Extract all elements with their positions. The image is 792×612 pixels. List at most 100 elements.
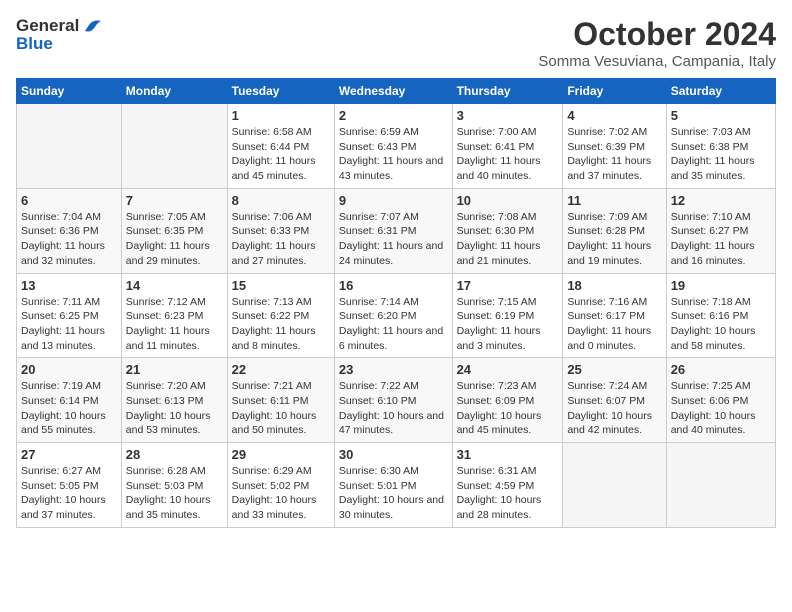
day-info: Sunrise: 7:14 AMSunset: 6:20 PMDaylight:… — [339, 295, 448, 354]
page-header: General Blue October 2024 Somma Vesuvian… — [16, 16, 776, 70]
day-number: 23 — [339, 362, 448, 377]
calendar-cell: 13 Sunrise: 7:11 AMSunset: 6:25 PMDayligh… — [17, 273, 122, 358]
weekday-header-saturday: Saturday — [666, 79, 775, 104]
day-info: Sunrise: 7:21 AMSunset: 6:11 PMDaylight:… — [232, 379, 330, 438]
day-info: Sunrise: 6:28 AMSunset: 5:03 PMDaylight:… — [126, 464, 223, 523]
weekday-header-monday: Monday — [121, 79, 227, 104]
day-info: Sunrise: 7:15 AMSunset: 6:19 PMDaylight:… — [457, 295, 559, 354]
day-number: 7 — [126, 193, 223, 208]
month-title: October 2024 — [538, 16, 776, 53]
day-info: Sunrise: 7:09 AMSunset: 6:28 PMDaylight:… — [567, 210, 661, 269]
calendar-cell — [17, 104, 122, 189]
day-info: Sunrise: 7:04 AMSunset: 6:36 PMDaylight:… — [21, 210, 117, 269]
day-number: 3 — [457, 108, 559, 123]
calendar-row-5: 27 Sunrise: 6:27 AMSunset: 5:05 PMDayligh… — [17, 443, 776, 528]
weekday-header-tuesday: Tuesday — [227, 79, 334, 104]
calendar-cell: 2Sunrise: 6:59 AMSunset: 6:43 PMDaylight… — [334, 104, 452, 189]
day-number: 14 — [126, 278, 223, 293]
day-number: 15 — [232, 278, 330, 293]
day-number: 21 — [126, 362, 223, 377]
weekday-header-thursday: Thursday — [452, 79, 563, 104]
calendar-cell — [666, 443, 775, 528]
day-number: 24 — [457, 362, 559, 377]
day-info: Sunrise: 7:10 AMSunset: 6:27 PMDaylight:… — [671, 210, 771, 269]
calendar-cell: 24Sunrise: 7:23 AMSunset: 6:09 PMDayligh… — [452, 358, 563, 443]
day-number: 9 — [339, 193, 448, 208]
calendar-cell: 18 Sunrise: 7:16 AMSunset: 6:17 PMDayligh… — [563, 273, 666, 358]
logo-blue-text: Blue — [16, 34, 103, 54]
calendar-cell: 26 Sunrise: 7:25 AMSunset: 6:06 PMDayligh… — [666, 358, 775, 443]
day-info: Sunrise: 7:07 AMSunset: 6:31 PMDaylight:… — [339, 210, 448, 269]
day-info: Sunrise: 6:58 AMSunset: 6:44 PMDaylight:… — [232, 125, 330, 184]
calendar-cell: 31Sunrise: 6:31 AMSunset: 4:59 PMDayligh… — [452, 443, 563, 528]
calendar-row-2: 6Sunrise: 7:04 AMSunset: 6:36 PMDaylight… — [17, 188, 776, 273]
day-number: 1 — [232, 108, 330, 123]
day-info: Sunrise: 7:25 AMSunset: 6:06 PMDaylight:… — [671, 379, 771, 438]
calendar-cell: 7Sunrise: 7:05 AMSunset: 6:35 PMDaylight… — [121, 188, 227, 273]
calendar-cell: 17Sunrise: 7:15 AMSunset: 6:19 PMDayligh… — [452, 273, 563, 358]
calendar-cell: 10 Sunrise: 7:08 AMSunset: 6:30 PMDayligh… — [452, 188, 563, 273]
calendar-cell: 9 Sunrise: 7:07 AMSunset: 6:31 PMDaylight… — [334, 188, 452, 273]
calendar-cell: 11 Sunrise: 7:09 AMSunset: 6:28 PMDayligh… — [563, 188, 666, 273]
title-area: October 2024 Somma Vesuviana, Campania, … — [538, 16, 776, 70]
day-info: Sunrise: 7:22 AMSunset: 6:10 PMDaylight:… — [339, 379, 448, 438]
day-number: 4 — [567, 108, 661, 123]
calendar-cell: 6Sunrise: 7:04 AMSunset: 6:36 PMDaylight… — [17, 188, 122, 273]
location-subtitle: Somma Vesuviana, Campania, Italy — [538, 53, 776, 70]
day-info: Sunrise: 6:27 AMSunset: 5:05 PMDaylight:… — [21, 464, 117, 523]
calendar-row-3: 13 Sunrise: 7:11 AMSunset: 6:25 PMDayligh… — [17, 273, 776, 358]
logo-general-text: General — [16, 16, 79, 36]
day-number: 25 — [567, 362, 661, 377]
day-info: Sunrise: 6:30 AMSunset: 5:01 PMDaylight:… — [339, 464, 448, 523]
day-number: 19 — [671, 278, 771, 293]
day-info: Sunrise: 7:18 AMSunset: 6:16 PMDaylight:… — [671, 295, 771, 354]
day-number: 28 — [126, 447, 223, 462]
weekday-header-sunday: Sunday — [17, 79, 122, 104]
day-number: 18 — [567, 278, 661, 293]
calendar-cell: 23 Sunrise: 7:22 AMSunset: 6:10 PMDayligh… — [334, 358, 452, 443]
calendar-cell: 16 Sunrise: 7:14 AMSunset: 6:20 PMDayligh… — [334, 273, 452, 358]
day-number: 11 — [567, 193, 661, 208]
day-info: Sunrise: 7:11 AMSunset: 6:25 PMDaylight:… — [21, 295, 117, 354]
calendar-cell: 12 Sunrise: 7:10 AMSunset: 6:27 PMDayligh… — [666, 188, 775, 273]
calendar-cell: 20Sunrise: 7:19 AMSunset: 6:14 PMDayligh… — [17, 358, 122, 443]
calendar-cell: 27 Sunrise: 6:27 AMSunset: 5:05 PMDayligh… — [17, 443, 122, 528]
calendar-row-1: 1 Sunrise: 6:58 AMSunset: 6:44 PMDaylight… — [17, 104, 776, 189]
day-info: Sunrise: 6:29 AMSunset: 5:02 PMDaylight:… — [232, 464, 330, 523]
weekday-header-wednesday: Wednesday — [334, 79, 452, 104]
day-info: Sunrise: 7:19 AMSunset: 6:14 PMDaylight:… — [21, 379, 117, 438]
day-number: 16 — [339, 278, 448, 293]
calendar-table: SundayMondayTuesdayWednesdayThursdayFrid… — [16, 78, 776, 528]
day-number: 12 — [671, 193, 771, 208]
day-number: 8 — [232, 193, 330, 208]
calendar-cell — [121, 104, 227, 189]
calendar-cell: 29 Sunrise: 6:29 AMSunset: 5:02 PMDayligh… — [227, 443, 334, 528]
logo: General Blue — [16, 16, 103, 54]
day-number: 27 — [21, 447, 117, 462]
day-number: 13 — [21, 278, 117, 293]
calendar-cell: 19 Sunrise: 7:18 AMSunset: 6:16 PMDayligh… — [666, 273, 775, 358]
weekday-header-row: SundayMondayTuesdayWednesdayThursdayFrid… — [17, 79, 776, 104]
day-info: Sunrise: 6:59 AMSunset: 6:43 PMDaylight:… — [339, 125, 448, 184]
calendar-cell: 1 Sunrise: 6:58 AMSunset: 6:44 PMDaylight… — [227, 104, 334, 189]
day-info: Sunrise: 7:02 AMSunset: 6:39 PMDaylight:… — [567, 125, 661, 184]
day-info: Sunrise: 7:00 AMSunset: 6:41 PMDaylight:… — [457, 125, 559, 184]
day-info: Sunrise: 7:08 AMSunset: 6:30 PMDaylight:… — [457, 210, 559, 269]
day-info: Sunrise: 6:31 AMSunset: 4:59 PMDaylight:… — [457, 464, 559, 523]
calendar-cell: 4 Sunrise: 7:02 AMSunset: 6:39 PMDaylight… — [563, 104, 666, 189]
calendar-cell: 30 Sunrise: 6:30 AMSunset: 5:01 PMDayligh… — [334, 443, 452, 528]
logo-bird-icon — [81, 17, 103, 35]
day-info: Sunrise: 7:24 AMSunset: 6:07 PMDaylight:… — [567, 379, 661, 438]
calendar-cell: 21Sunrise: 7:20 AMSunset: 6:13 PMDayligh… — [121, 358, 227, 443]
day-number: 10 — [457, 193, 559, 208]
calendar-cell: 15Sunrise: 7:13 AMSunset: 6:22 PMDayligh… — [227, 273, 334, 358]
calendar-cell — [563, 443, 666, 528]
day-number: 26 — [671, 362, 771, 377]
calendar-cell: 3 Sunrise: 7:00 AMSunset: 6:41 PMDaylight… — [452, 104, 563, 189]
day-number: 5 — [671, 108, 771, 123]
calendar-cell: 22Sunrise: 7:21 AMSunset: 6:11 PMDayligh… — [227, 358, 334, 443]
day-info: Sunrise: 7:16 AMSunset: 6:17 PMDaylight:… — [567, 295, 661, 354]
calendar-cell: 28 Sunrise: 6:28 AMSunset: 5:03 PMDayligh… — [121, 443, 227, 528]
day-number: 30 — [339, 447, 448, 462]
day-number: 29 — [232, 447, 330, 462]
